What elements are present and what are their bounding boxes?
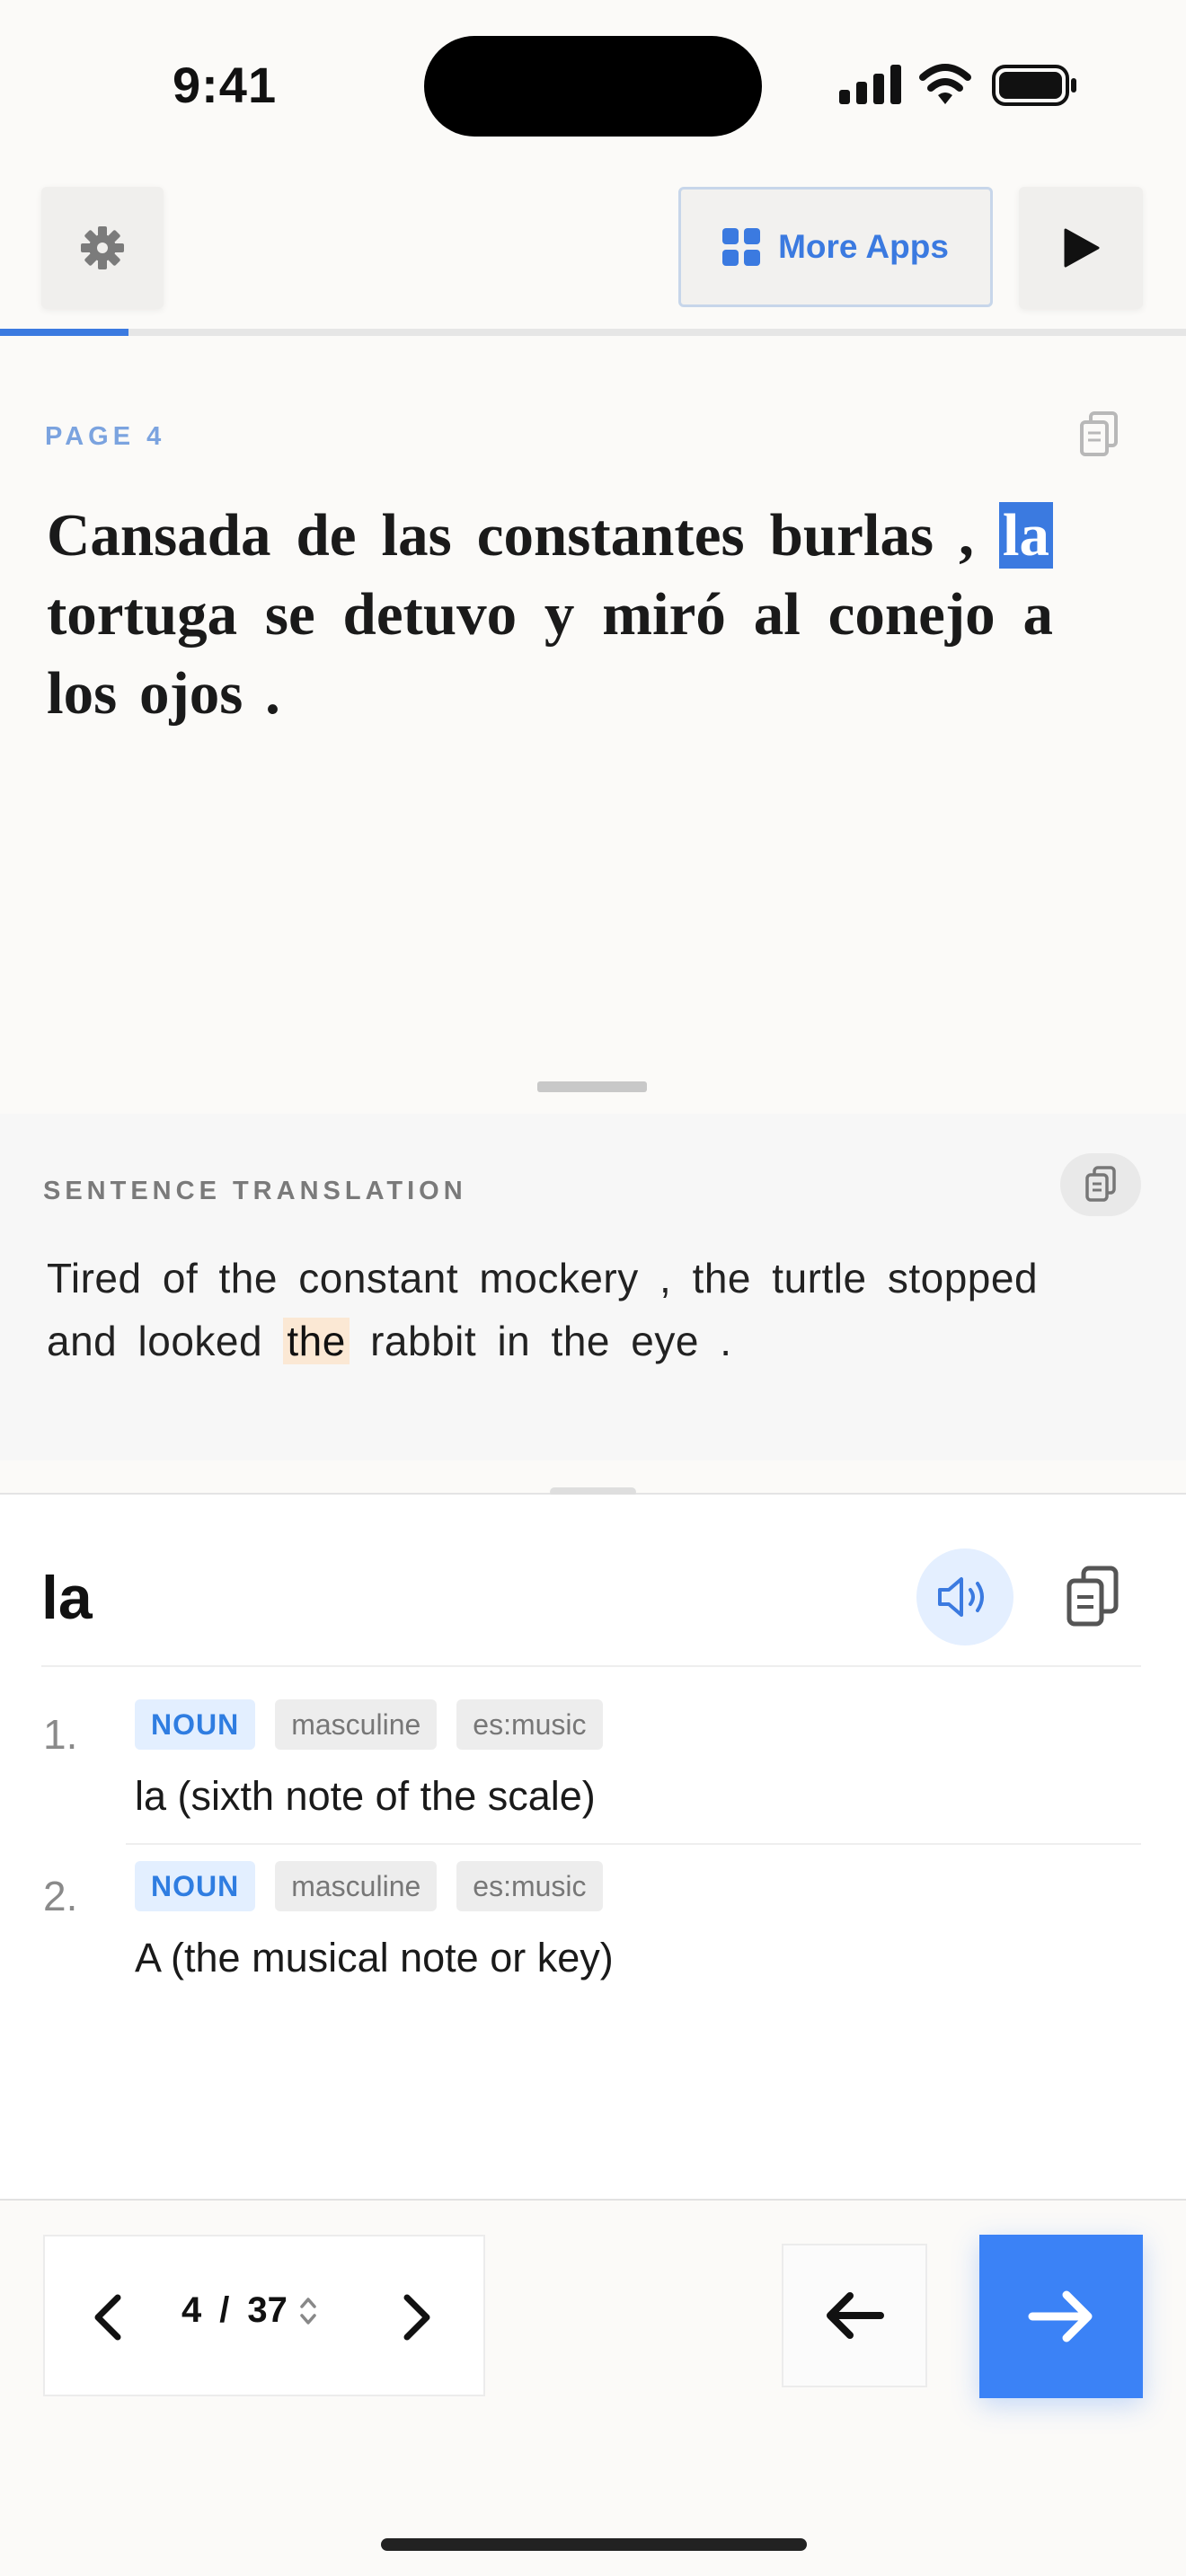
play-icon xyxy=(1064,228,1100,268)
signal-icon xyxy=(839,65,901,104)
copy-page-icon[interactable] xyxy=(1078,411,1121,458)
more-apps-label: More Apps xyxy=(778,228,949,265)
dictionary-panel: la 1. NOUN masculine es:music la (sixth … xyxy=(0,1495,1186,2199)
total-pages: 37 xyxy=(247,2290,288,2330)
current-page-number: 4 xyxy=(181,2290,202,2330)
chevron-right-icon xyxy=(403,2294,430,2341)
up-down-chevron-icon xyxy=(300,2297,316,2325)
translation-panel: SENTENCE TRANSLATION Tired of the consta… xyxy=(0,1114,1186,1460)
speaker-icon xyxy=(938,1577,984,1617)
home-indicator xyxy=(381,2538,807,2551)
reading-panel-drag-handle[interactable] xyxy=(537,1081,647,1092)
pronounce-button[interactable] xyxy=(916,1548,1013,1645)
sentence-before[interactable]: Cansada de las constantes burlas , xyxy=(47,502,999,569)
back-button[interactable] xyxy=(782,2244,927,2387)
definition-tags: NOUN masculine es:music xyxy=(135,1861,603,1911)
gender-tag: masculine xyxy=(275,1699,438,1750)
domain-tag: es:music xyxy=(456,1699,603,1750)
previous-page-button[interactable] xyxy=(90,2287,126,2348)
settings-button[interactable] xyxy=(41,187,164,309)
part-of-speech-tag: NOUN xyxy=(135,1699,256,1750)
dynamic-island xyxy=(424,36,762,137)
dictionary-word: la xyxy=(41,1564,93,1632)
next-button[interactable] xyxy=(979,2235,1143,2398)
definition-text: la (sixth note of the scale) xyxy=(135,1773,596,1819)
definition-number: 2. xyxy=(43,1873,78,1919)
highlighted-word[interactable]: la xyxy=(998,502,1053,569)
bottom-bar-separator xyxy=(0,2199,1186,2201)
copy-translation-button[interactable] xyxy=(1060,1153,1141,1216)
gear-icon xyxy=(81,226,124,269)
definition-number: 1. xyxy=(43,1711,78,1758)
page-label: PAGE 4 xyxy=(45,422,166,451)
chevron-left-icon xyxy=(94,2294,121,2341)
page-picker: 4 / 37 xyxy=(43,2235,485,2396)
translation-text: Tired of the constant mockery , the turt… xyxy=(47,1247,1080,1372)
sentence-text[interactable]: Cansada de las constantes burlas , la to… xyxy=(47,496,1053,733)
translation-heading: SENTENCE TRANSLATION xyxy=(43,1177,467,1205)
part-of-speech-tag: NOUN xyxy=(135,1861,256,1911)
definition-separator xyxy=(126,1843,1141,1845)
play-button[interactable] xyxy=(1019,187,1143,309)
translation-after: rabbit in the eye . xyxy=(349,1318,732,1364)
reading-progress-fill xyxy=(0,329,128,336)
translation-highlighted-word: the xyxy=(283,1318,350,1364)
wifi-icon xyxy=(919,64,971,104)
arrow-left-icon xyxy=(827,2292,884,2339)
page-selector[interactable]: 4 / 37 xyxy=(181,2290,318,2331)
arrow-right-icon xyxy=(1028,2290,1093,2342)
status-bar: 9:41 xyxy=(0,0,1186,171)
domain-tag: es:music xyxy=(456,1861,603,1911)
dictionary-header-separator xyxy=(41,1665,1141,1667)
page-separator: / xyxy=(219,2290,230,2330)
sentence-after[interactable]: tortuga se detuvo y miró al conejo a los… xyxy=(47,581,1053,727)
definition-text: A (the musical note or key) xyxy=(135,1935,614,1981)
grid-icon xyxy=(722,228,761,266)
reading-progress-bar xyxy=(0,329,1186,336)
next-page-small-button[interactable] xyxy=(399,2287,435,2348)
gender-tag: masculine xyxy=(275,1861,438,1911)
more-apps-button[interactable]: More Apps xyxy=(678,187,993,307)
definition-tags: NOUN masculine es:music xyxy=(135,1699,603,1750)
status-time: 9:41 xyxy=(173,57,278,113)
copy-word-icon[interactable] xyxy=(1064,1565,1121,1629)
battery-icon xyxy=(992,65,1076,106)
copy-icon xyxy=(1085,1166,1116,1202)
